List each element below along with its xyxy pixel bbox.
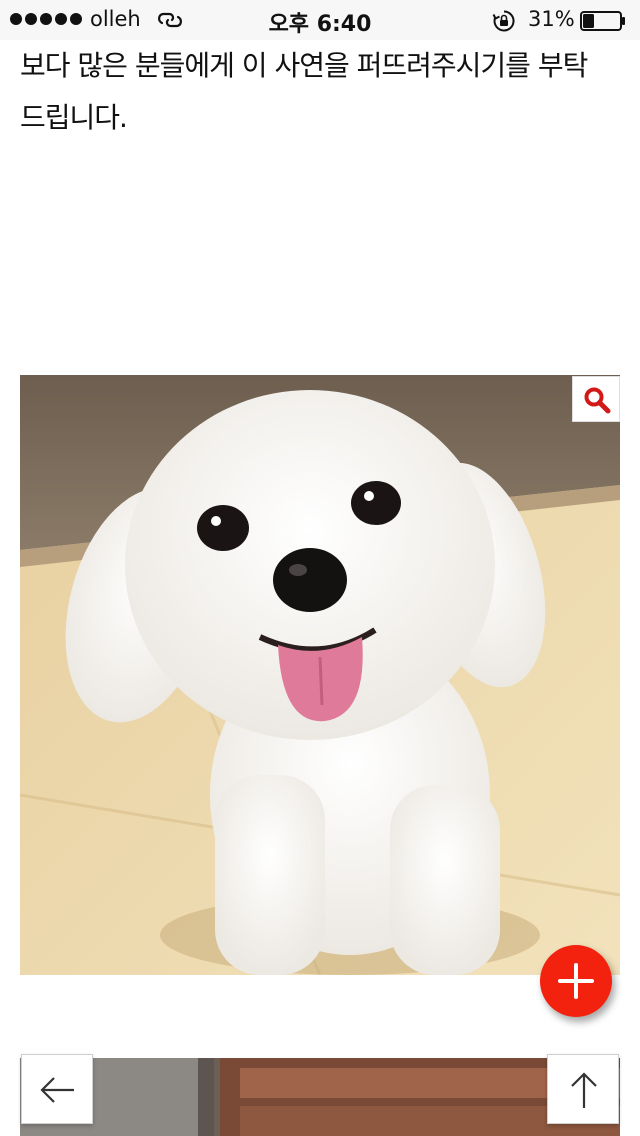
- plus-icon: [558, 963, 594, 999]
- battery-icon: [580, 11, 625, 31]
- battery-percent: 31%: [528, 7, 575, 31]
- next-photo[interactable]: [20, 1058, 620, 1136]
- status-bar: olleh 오후 6:40 31%: [0, 0, 640, 40]
- back-button[interactable]: [21, 1054, 93, 1124]
- battery-fill: [583, 14, 594, 28]
- magnifier-icon: [584, 387, 611, 414]
- app-screen: olleh 오후 6:40 31% 보다 많은 분들에게 이 사연을 퍼뜨려주시…: [0, 0, 640, 1136]
- arrow-left-icon: [40, 1077, 74, 1103]
- add-button[interactable]: [540, 945, 612, 1017]
- article-line-1: 보다 많은 분들에게 이 사연을 퍼뜨려주시기를 부탁: [20, 49, 588, 82]
- white-dog-photo[interactable]: [20, 375, 620, 975]
- arrow-up-icon: [571, 1072, 597, 1108]
- scroll-top-button[interactable]: [547, 1054, 619, 1124]
- zoom-button[interactable]: [572, 376, 620, 422]
- article-line-2: 드립니다.: [20, 101, 128, 134]
- article-paragraph: 보다 많은 분들에게 이 사연을 퍼뜨려주시기를 부탁드립니다.: [20, 40, 620, 144]
- rotation-lock-icon: [492, 10, 515, 32]
